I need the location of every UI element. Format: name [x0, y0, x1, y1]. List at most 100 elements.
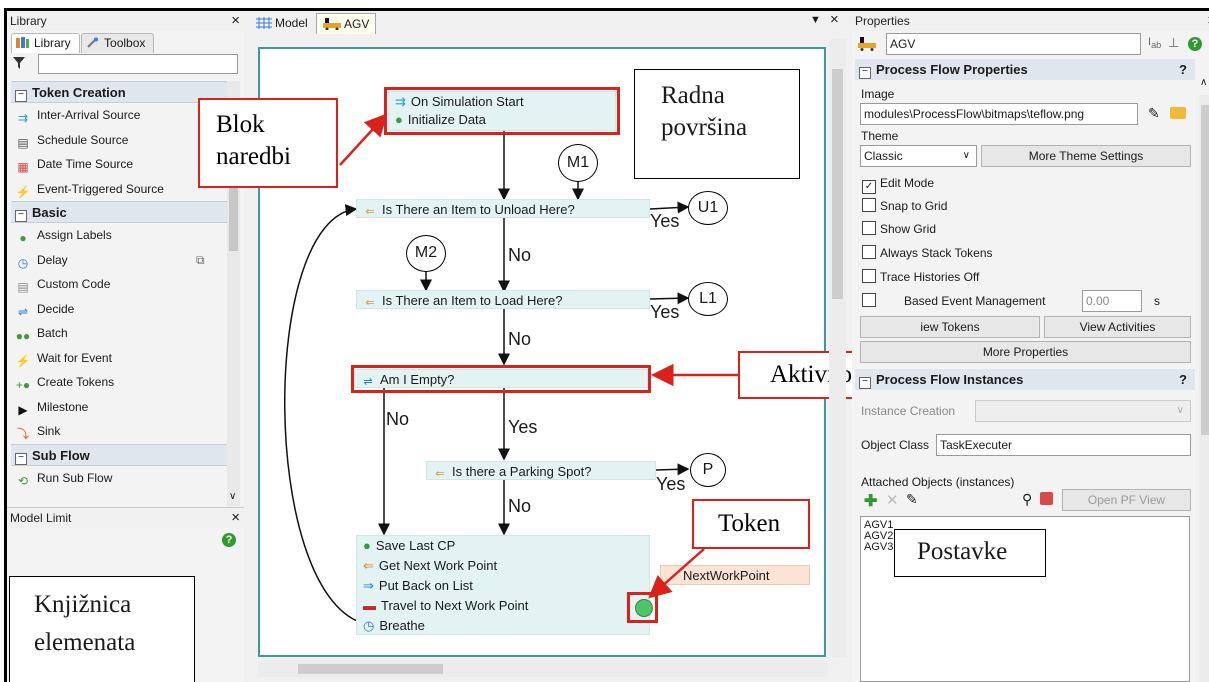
library-item-schedule-source[interactable]: ▤ Schedule Source: [11, 128, 227, 153]
canvas-vertical-scrollbar[interactable]: [829, 39, 846, 657]
more-theme-settings-button[interactable]: More Theme Settings: [981, 145, 1191, 167]
checkbox-edit-mode[interactable]: ✓ Edit Mode: [862, 174, 934, 194]
folder-icon[interactable]: [1170, 107, 1186, 119]
library-item-batch[interactable]: ●● Batch: [11, 321, 227, 346]
object-name-field[interactable]: AGV: [886, 33, 1141, 55]
activity-get-next-work-point[interactable]: ⇐ Get Next Work Point: [357, 556, 649, 576]
library-item-event-triggered-source[interactable]: ⚡ Event-Triggered Source: [11, 177, 227, 202]
section-process-flow-instances[interactable]: − Process Flow Instances?: [855, 369, 1195, 390]
annotation-radna-povrsina: Radna površina: [634, 69, 800, 179]
filter-icon[interactable]: [13, 56, 25, 70]
instance-creation-label: Instance Creation: [861, 404, 956, 418]
theme-select[interactable]: Classic ∨: [860, 145, 977, 167]
activity-save-last-cp[interactable]: ● Save Last CP: [357, 536, 649, 556]
activity-put-back-on-list[interactable]: ⇒ Put Back on List: [357, 576, 649, 596]
cube-icon[interactable]: [1040, 492, 1053, 505]
activity-parking-question[interactable]: ⇐ Is there a Parking Spot?: [426, 461, 656, 480]
library-item-decide[interactable]: ⇌ Decide: [11, 297, 227, 322]
checkbox-show-grid[interactable]: Show Grid: [862, 220, 936, 238]
library-item-date-time-source[interactable]: ▦ Date Time Source: [11, 152, 227, 177]
block-highlight: [384, 87, 620, 135]
yes-label: Yes: [650, 302, 680, 322]
library-item-wait-for-event[interactable]: ⚡ Wait for Event: [11, 346, 227, 371]
library-item-custom-code[interactable]: ▤ Custom Code: [11, 272, 227, 297]
work-block[interactable]: ● Save Last CP ⇐ Get Next Work Point ⇒ Put …: [356, 535, 650, 635]
canvas-horizontal-scrollbar[interactable]: [258, 661, 828, 677]
view-tokens-button[interactable]: iew Tokens: [860, 316, 1040, 338]
checkbox-always-stack-tokens[interactable]: Always Stack Tokens: [862, 244, 993, 262]
close-icon[interactable]: ×: [231, 11, 240, 31]
tab-library[interactable]: Library: [11, 33, 80, 53]
help-question-icon[interactable]: ?: [1179, 369, 1187, 390]
checkbox-event-management[interactable]: Based Event Management: [862, 292, 1045, 310]
library-item-assign-labels[interactable]: ● Assign Labels: [11, 223, 227, 248]
more-properties-button[interactable]: More Properties: [860, 341, 1191, 363]
tab-agv[interactable]: AGV: [316, 13, 377, 34]
category-token-creation[interactable]: − Token Creation: [11, 81, 227, 103]
library-item-run-sub-flow[interactable]: ⟲ Run Sub Flow: [11, 466, 227, 491]
token-highlight: [627, 592, 658, 623]
checkbox-trace-histories-off[interactable]: Trace Histories Off: [862, 268, 979, 286]
node-l1[interactable]: L1: [688, 282, 728, 316]
instance-creation-select[interactable]: ∨: [975, 400, 1191, 422]
category-basic[interactable]: − Basic: [11, 201, 227, 223]
event-management-unit: s: [1154, 294, 1160, 308]
help-question-icon[interactable]: ?: [1179, 59, 1187, 80]
attached-objects-label: Attached Objects (instances): [861, 475, 1015, 489]
chevron-down-icon[interactable]: ∨: [229, 491, 236, 502]
node-m1[interactable]: M1: [558, 144, 598, 182]
tab-model[interactable]: Model: [250, 13, 314, 33]
node-p[interactable]: P: [690, 453, 726, 487]
category-sub-flow[interactable]: − Sub Flow: [11, 443, 227, 466]
wait-event-icon: ⚡: [15, 353, 31, 368]
eyedropper-icon[interactable]: ✎: [1148, 105, 1160, 122]
create-tokens-icon: +●: [15, 378, 31, 392]
help-icon[interactable]: ?: [1188, 37, 1202, 51]
add-icon[interactable]: ✚: [864, 491, 877, 511]
label-tag-next-work-point[interactable]: NextWorkPoint: [660, 565, 810, 585]
library-filter-row: [11, 54, 239, 76]
library-item-create-tokens[interactable]: +● Create Tokens: [11, 370, 227, 395]
library-filter-input[interactable]: [38, 54, 238, 74]
calendar-icon: ▦: [17, 160, 29, 174]
view-activities-button[interactable]: View Activities: [1044, 316, 1191, 338]
library-item-inter-arrival-source[interactable]: ⇉ Inter-Arrival Source: [11, 103, 227, 128]
label-icon[interactable]: Iab: [1148, 36, 1161, 50]
library-panel: Library × Library Toolbox − Token Creatio…: [7, 11, 244, 506]
binoculars-icon[interactable]: ⚲: [1022, 491, 1032, 508]
activity-load-question[interactable]: ⇐ Is There an Item to Load Here?: [356, 290, 650, 309]
library-panel-title: Library: [7, 11, 244, 31]
library-list: − Token Creation ⇉ Inter-Arrival Source ▤ S…: [11, 81, 227, 506]
library-item-milestone[interactable]: ▶ Milestone: [11, 395, 227, 420]
no-label: No: [508, 245, 532, 265]
chevron-up-icon[interactable]: ∧: [1200, 77, 1207, 88]
close-icon[interactable]: ×: [830, 11, 839, 28]
decide-icon: ⇐: [365, 297, 375, 309]
node-u1[interactable]: U1: [688, 191, 728, 225]
process-flow-canvas[interactable]: ⇉ On Simulation Start ● Initialize Data ⇐ I…: [258, 47, 904, 657]
dropdown-arrow-icon[interactable]: ▼: [810, 14, 821, 26]
remove-icon[interactable]: ✕: [886, 491, 899, 509]
library-item-sink[interactable]: ⤵ Sink: [11, 419, 227, 444]
image-path-field[interactable]: modules\ProcessFlow\bitmaps\teflow.png: [860, 103, 1138, 125]
tab-toolbox[interactable]: Toolbox: [81, 33, 155, 53]
object-name-row: AGV Iab ⊥ ?: [856, 33, 1206, 55]
node-m2[interactable]: M2: [406, 235, 446, 272]
close-icon[interactable]: ×: [231, 508, 240, 528]
code-icon: ▤: [17, 280, 29, 294]
activity-unload-question[interactable]: ⇐ Is There an Item to Unload Here?: [356, 199, 650, 218]
activity-breathe[interactable]: ◷ Breathe: [357, 616, 649, 636]
checkbox-snap-to-grid[interactable]: Snap to Grid: [862, 197, 947, 215]
event-management-value[interactable]: 0.00: [1082, 290, 1142, 312]
toolbox-icon: [87, 37, 99, 48]
eyedropper-icon[interactable]: ✎: [906, 491, 918, 508]
help-icon[interactable]: ?: [222, 533, 236, 547]
library-icon: [16, 37, 29, 48]
object-class-field[interactable]: TaskExecuter: [936, 434, 1191, 456]
section-process-flow-properties[interactable]: − Process Flow Properties?: [855, 59, 1195, 80]
open-pf-view-button[interactable]: Open PF View: [1062, 489, 1191, 511]
tree-icon[interactable]: ⊥: [1168, 35, 1179, 51]
library-item-delay[interactable]: ◷ Delay ⧉: [11, 248, 227, 273]
properties-scrollbar[interactable]: [1199, 95, 1209, 682]
activity-travel[interactable]: ▬ Travel to Next Work Point: [357, 596, 649, 616]
